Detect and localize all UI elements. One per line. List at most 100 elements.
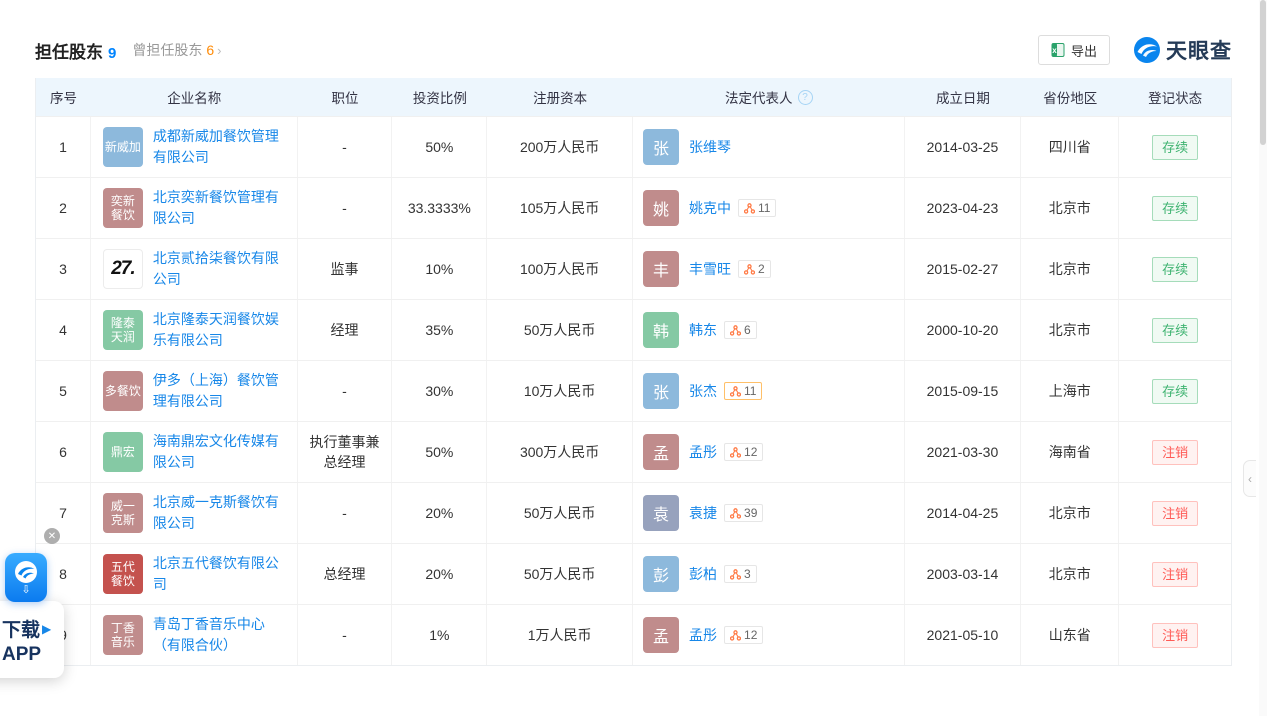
relation-count-badge[interactable]: 2	[738, 260, 771, 278]
legal-rep-name-link[interactable]: 张维琴	[689, 137, 731, 158]
position-value: -	[342, 198, 347, 218]
column-header-label: 注册资本	[533, 87, 587, 107]
download-app-card[interactable]: 下载▶ APP	[0, 601, 64, 678]
company-cell: 威一 克斯北京威一克斯餐饮有限公司	[91, 483, 298, 543]
relation-count: 6	[744, 323, 751, 337]
company-name-link[interactable]: 北京贰拾柒餐饮有限公司	[153, 248, 291, 290]
row-index: 5	[36, 361, 91, 421]
export-button[interactable]: x 导出	[1038, 35, 1110, 65]
company-name-link[interactable]: 北京威一克斯餐饮有限公司	[153, 492, 291, 534]
shareholder-page: 担任股东9 曾担任股东6› x 导出 天眼查 序号企业名称职位投资比例注册资本法…	[0, 0, 1267, 716]
relation-count-badge[interactable]: 11	[724, 382, 762, 400]
position-cell: -	[298, 117, 393, 177]
column-header-label: 登记状态	[1148, 87, 1202, 107]
legal-rep-name-link[interactable]: 孟彤	[689, 625, 717, 646]
investment-ratio-cell: 30%	[392, 361, 487, 421]
province-cell: 北京市	[1021, 239, 1119, 299]
promo-line2: APP	[2, 644, 64, 666]
relation-count-badge[interactable]: 6	[724, 321, 757, 339]
company-name-link[interactable]: 伊多（上海）餐饮管理有限公司	[153, 370, 291, 412]
legal-rep-name-link[interactable]: 张杰	[689, 381, 717, 402]
org-graph-icon	[730, 630, 741, 641]
status-badge: 存续	[1152, 379, 1198, 404]
relation-count: 3	[744, 567, 751, 581]
established-date-cell: 2021-03-30	[905, 422, 1022, 482]
relation-count-badge[interactable]: 39	[724, 504, 763, 522]
company-name-link[interactable]: 北京奕新餐饮管理有限公司	[153, 187, 291, 229]
promo-close-icon[interactable]: ✕	[44, 528, 60, 544]
company-logo: 隆泰 天润	[103, 310, 143, 350]
legal-rep-name-link[interactable]: 袁捷	[689, 503, 717, 524]
row-index: 6	[36, 422, 91, 482]
status-badge: 存续	[1152, 318, 1198, 343]
table-row: 1新威加成都新威加餐饮管理有限公司-50%200万人民币张张维琴2014-03-…	[36, 116, 1231, 177]
status-badge: 注销	[1152, 562, 1198, 587]
column-header-0: 序号	[36, 78, 91, 116]
table-header-row: 序号企业名称职位投资比例注册资本法定代表人?成立日期省份地区登记状态	[36, 78, 1231, 116]
company-cell: 五代 餐饮北京五代餐饮有限公司	[91, 544, 298, 604]
legal-rep-cell: 韩韩东 6	[633, 300, 905, 360]
legal-rep-cell: 姚姚克中11	[633, 178, 905, 238]
position-cell: -	[298, 178, 393, 238]
legal-rep-cell: 孟孟彤12	[633, 422, 905, 482]
company-name-link[interactable]: 北京五代餐饮有限公司	[153, 553, 291, 595]
province-cell: 北京市	[1021, 300, 1119, 360]
investment-ratio-cell: 20%	[392, 483, 487, 543]
status-badge: 存续	[1152, 135, 1198, 160]
column-header-2: 职位	[298, 78, 393, 116]
svg-text:x: x	[1052, 46, 1057, 55]
legal-rep-name-link[interactable]: 孟彤	[689, 442, 717, 463]
tab-former-shareholder[interactable]: 曾担任股东6›	[132, 40, 221, 60]
position-value: 监事	[331, 259, 359, 279]
relation-count-badge[interactable]: 12	[724, 443, 763, 461]
relation-count-badge[interactable]: 11	[738, 199, 776, 217]
legal-rep-name-link[interactable]: 姚克中	[689, 198, 731, 219]
investment-ratio-cell: 33.3333%	[392, 178, 487, 238]
scrollbar-thumb[interactable]	[1260, 0, 1266, 145]
company-cell: 新威加成都新威加餐饮管理有限公司	[91, 117, 298, 177]
relation-count-badge[interactable]: 12	[724, 626, 763, 644]
position-value: -	[342, 137, 347, 157]
column-header-label: 职位	[331, 87, 358, 107]
company-logo: 威一 克斯	[103, 493, 143, 533]
company-name-link[interactable]: 成都新威加餐饮管理有限公司	[153, 126, 291, 168]
column-header-8: 登记状态	[1119, 78, 1231, 116]
export-button-label: 导出	[1071, 41, 1097, 60]
page-scrollbar[interactable]	[1259, 0, 1267, 716]
app-download-icon[interactable]: ⇩	[5, 553, 47, 602]
tab-former-label: 曾担任股东	[132, 42, 202, 58]
company-logo: 27.	[103, 249, 143, 289]
legal-rep-avatar: 韩	[643, 312, 679, 348]
row-index: 1	[36, 117, 91, 177]
position-value: 经理	[331, 320, 359, 340]
established-date-cell: 2015-09-15	[905, 361, 1022, 421]
position-value: -	[342, 625, 347, 645]
brand-logo: 天眼查	[1134, 35, 1232, 65]
company-name-link[interactable]: 海南鼎宏文化传媒有限公司	[153, 431, 291, 473]
legal-rep-name-link[interactable]: 彭柏	[689, 564, 717, 585]
position-cell: -	[298, 361, 393, 421]
tab-current-shareholder[interactable]: 担任股东9	[35, 38, 116, 63]
company-name-link[interactable]: 北京隆泰天润餐饮娱乐有限公司	[153, 309, 291, 351]
column-header-5: 法定代表人?	[633, 78, 905, 116]
tab-current-count: 9	[108, 45, 116, 62]
legal-rep-cell: 袁袁捷39	[633, 483, 905, 543]
status-cell: 注销	[1119, 422, 1231, 482]
company-cell: 丁香 音乐青岛丁香音乐中心（有限合伙）	[91, 605, 298, 665]
relation-count-badge[interactable]: 3	[724, 565, 757, 583]
relation-count: 2	[758, 262, 765, 276]
company-name-link[interactable]: 青岛丁香音乐中心（有限合伙）	[153, 614, 291, 656]
side-panel-collapse-handle[interactable]: ‹	[1243, 460, 1256, 497]
legal-rep-avatar: 彭	[643, 556, 679, 592]
help-icon[interactable]: ?	[798, 90, 813, 105]
province-cell: 上海市	[1021, 361, 1119, 421]
legal-rep-name-link[interactable]: 丰雪旺	[689, 259, 731, 280]
legal-rep-cell: 张张维琴	[633, 117, 905, 177]
row-index: 3	[36, 239, 91, 299]
legal-rep-name-link[interactable]: 韩东	[689, 320, 717, 341]
org-graph-icon	[730, 447, 741, 458]
relation-count: 11	[744, 384, 756, 398]
table-row: 6鼎宏海南鼎宏文化传媒有限公司执行董事兼总经理50%300万人民币孟孟彤1220…	[36, 421, 1231, 482]
position-cell: 监事	[298, 239, 393, 299]
established-date-cell: 2000-10-20	[905, 300, 1022, 360]
